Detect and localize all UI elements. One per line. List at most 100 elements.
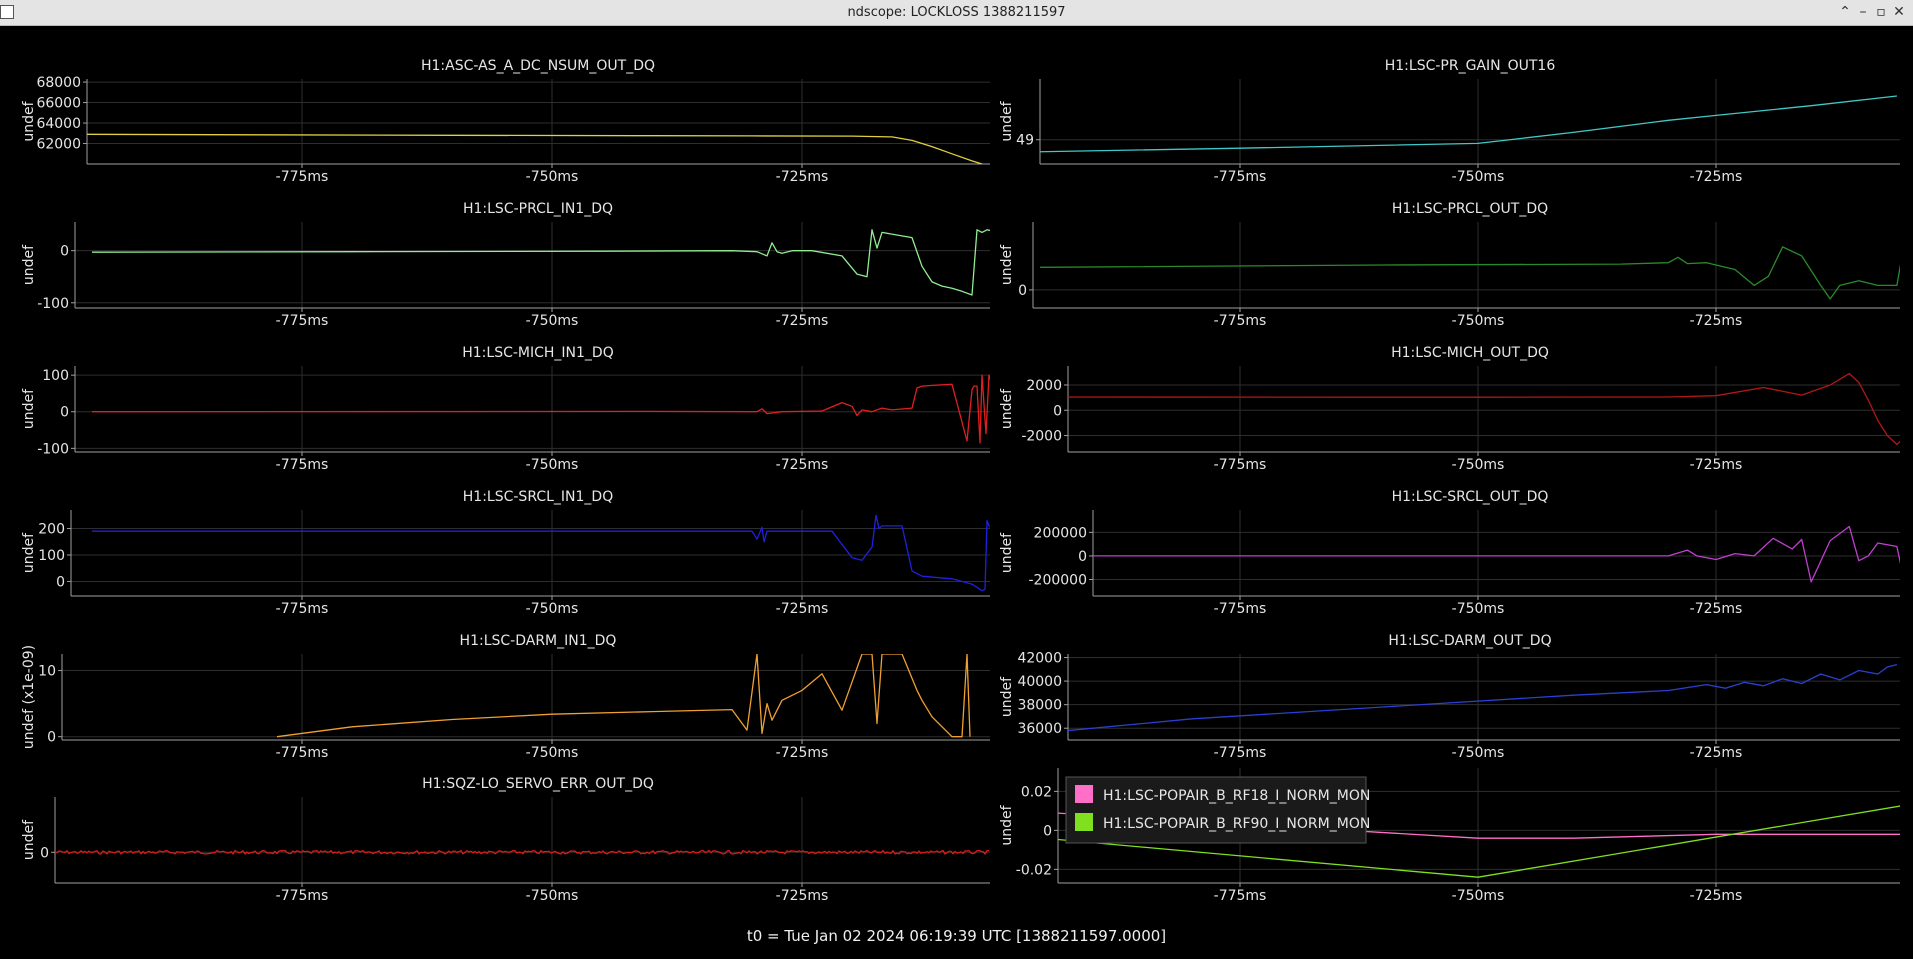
panel[interactable]: -775ms -750ms -725ms 42000 40000 38000 36000 H1… bbox=[999, 633, 1900, 761]
y-tick-label: 66000 bbox=[36, 96, 81, 112]
x-tick-label: -750ms bbox=[526, 888, 579, 904]
series-line bbox=[91, 229, 990, 296]
y-tick-label: 0 bbox=[1078, 549, 1087, 565]
y-axis-label: undef bbox=[999, 244, 1015, 285]
y-axis-label: undef bbox=[21, 388, 37, 429]
y-tick-label: 200 bbox=[38, 522, 65, 538]
x-tick-label: -775ms bbox=[276, 313, 329, 329]
y-tick-label: 64000 bbox=[36, 116, 81, 132]
y-axis-label: undef bbox=[999, 804, 1015, 845]
series-line bbox=[87, 133, 983, 164]
x-tick-label: -775ms bbox=[276, 457, 329, 473]
y-tick-label: 0 bbox=[60, 244, 69, 260]
panel[interactable]: -775ms -750ms -725ms 100 0 -100 H1:LSC-MICH_IN… bbox=[21, 345, 992, 473]
x-tick-label: -775ms bbox=[1214, 601, 1267, 617]
y-axis-label: undef bbox=[21, 100, 37, 141]
panel[interactable]: -775ms -750ms -725ms 200 100 0 H1:LSC-SRCL_IN1… bbox=[21, 489, 992, 617]
y-tick-label: 0 bbox=[40, 845, 49, 861]
y-axis-label: undef bbox=[21, 819, 37, 860]
series-group bbox=[1068, 372, 1900, 446]
x-tick-label: -750ms bbox=[1452, 457, 1505, 473]
chart-title: H1:LSC-DARM_OUT_DQ bbox=[1388, 633, 1551, 649]
panel[interactable]: -775ms -750ms -725ms 10 0 H1:LSC-DARM_IN1_DQu… bbox=[21, 633, 990, 761]
x-tick-label: -725ms bbox=[1690, 169, 1743, 185]
panel[interactable]: -775ms -750ms -725ms 0.02 0 -0.02 undef H1:LSC-… bbox=[999, 768, 1906, 904]
x-tick-label: -725ms bbox=[1690, 888, 1743, 904]
x-tick-label: -725ms bbox=[1690, 313, 1743, 329]
t0-label: t0 = Tue Jan 02 2024 06:19:39 UTC [13882… bbox=[746, 927, 1167, 945]
chart-title: H1:LSC-PRCL_IN1_DQ bbox=[463, 201, 613, 217]
x-tick-label: -750ms bbox=[526, 313, 579, 329]
x-tick-label: -750ms bbox=[526, 745, 579, 761]
legend-entry: H1:LSC-POPAIR_B_RF18_I_NORM_MON bbox=[1103, 788, 1370, 804]
panel[interactable]: -775ms -750ms -725ms 200000 0 -200000 H1:LSC-S… bbox=[999, 489, 1906, 617]
x-tick-label: -775ms bbox=[276, 888, 329, 904]
chart-title: H1:LSC-SRCL_OUT_DQ bbox=[1392, 489, 1549, 505]
panel[interactable]: -775ms -750ms -725ms 0 -100 H1:LSC-PRCL_IN1_D… bbox=[21, 201, 992, 329]
panel[interactable]: -775ms -750ms -725ms 0 H1:LSC-PRCL_OUT_DQund… bbox=[999, 201, 1906, 329]
chart-title: H1:ASC-AS_A_DC_NSUM_OUT_DQ bbox=[421, 58, 655, 74]
y-tick-label: 0 bbox=[60, 405, 69, 421]
y-tick-label: 0 bbox=[1043, 823, 1052, 839]
series-group bbox=[1068, 663, 1898, 732]
maximize-button[interactable]: ▫ bbox=[1871, 2, 1891, 22]
y-axis-label: undef (x1e-09) bbox=[21, 645, 37, 749]
x-tick-label: -725ms bbox=[776, 457, 829, 473]
y-tick-label: 36000 bbox=[1017, 721, 1062, 737]
y-tick-label: 2000 bbox=[1026, 378, 1062, 394]
series-line bbox=[1040, 95, 1897, 153]
x-tick-label: -775ms bbox=[1214, 313, 1267, 329]
series-line bbox=[91, 374, 990, 444]
y-tick-label: 100 bbox=[38, 548, 65, 564]
panel[interactable]: -775ms -750ms -725ms 2000 0 -2000 H1:LSC-MICH_… bbox=[999, 345, 1906, 473]
y-tick-label: 0 bbox=[1018, 283, 1027, 299]
x-tick-label: -750ms bbox=[1452, 313, 1505, 329]
x-tick-label: -725ms bbox=[776, 745, 829, 761]
chart-title: H1:LSC-MICH_OUT_DQ bbox=[1391, 345, 1549, 361]
x-tick-label: -725ms bbox=[776, 313, 829, 329]
legend-entry: H1:LSC-POPAIR_B_RF90_I_NORM_MON bbox=[1103, 816, 1370, 832]
panel[interactable]: -775ms -750ms -725ms 49 H1:LSC-PR_GAIN_OUT16… bbox=[999, 58, 1900, 185]
x-tick-label: -725ms bbox=[776, 888, 829, 904]
x-tick-label: -725ms bbox=[1690, 745, 1743, 761]
series-line bbox=[1068, 663, 1898, 732]
x-tick-label: -775ms bbox=[276, 745, 329, 761]
y-axis-label: undef bbox=[999, 676, 1015, 717]
y-tick-label: -0.02 bbox=[1016, 862, 1052, 878]
minimize-button[interactable]: – bbox=[1853, 2, 1873, 22]
y-tick-label: 38000 bbox=[1017, 698, 1062, 714]
chart-title: H1:LSC-PRCL_OUT_DQ bbox=[1392, 201, 1548, 217]
restore-icon[interactable]: ⌃ bbox=[1835, 2, 1855, 22]
x-tick-label: -750ms bbox=[1452, 601, 1505, 617]
panel[interactable]: -775ms -750ms -725ms 0 H1:SQZ-LO_SERVO_ERR_O… bbox=[21, 776, 990, 904]
chart-title: H1:SQZ-LO_SERVO_ERR_OUT_DQ bbox=[422, 776, 654, 792]
y-axis-label: undef bbox=[999, 100, 1015, 141]
chart-title: H1:LSC-MICH_IN1_DQ bbox=[462, 345, 613, 361]
y-tick-label: 0 bbox=[56, 574, 65, 590]
y-tick-label: 0 bbox=[47, 730, 56, 746]
y-axis-label: undef bbox=[999, 388, 1015, 429]
y-tick-label: 42000 bbox=[1017, 651, 1062, 667]
panel[interactable]: -775ms -750ms -725ms 62000 64000 66000 68000 H1… bbox=[21, 58, 990, 185]
series-line bbox=[1093, 525, 1900, 583]
series-group bbox=[1093, 525, 1900, 583]
series-group bbox=[87, 133, 983, 164]
y-tick-label: 200000 bbox=[1034, 525, 1087, 541]
chart-title: H1:LSC-DARM_IN1_DQ bbox=[460, 633, 617, 649]
x-tick-label: -725ms bbox=[776, 601, 829, 617]
x-tick-label: -775ms bbox=[276, 601, 329, 617]
x-tick-label: -750ms bbox=[1452, 888, 1505, 904]
window-title: ndscope: LOCKLOSS 1388211597 bbox=[847, 5, 1066, 20]
y-tick-label: -2000 bbox=[1021, 429, 1062, 445]
window-titlebar[interactable]: ndscope: LOCKLOSS 1388211597 ⌃ – ▫ ✕ bbox=[0, 0, 1913, 26]
x-tick-label: -750ms bbox=[1452, 169, 1505, 185]
close-button[interactable]: ✕ bbox=[1889, 2, 1909, 22]
legend: H1:LSC-POPAIR_B_RF18_I_NORM_MON H1:LSC-PO… bbox=[1065, 776, 1370, 844]
series-group bbox=[1040, 246, 1900, 300]
legend-swatch bbox=[1075, 813, 1093, 831]
plot-area[interactable]: -775ms -750ms -725ms 62000 64000 66000 68000 H1… bbox=[0, 26, 1913, 921]
x-tick-label: -775ms bbox=[1214, 888, 1267, 904]
y-tick-label: 62000 bbox=[36, 137, 81, 153]
legend-box bbox=[1065, 776, 1367, 844]
y-tick-label: -100 bbox=[37, 441, 69, 457]
